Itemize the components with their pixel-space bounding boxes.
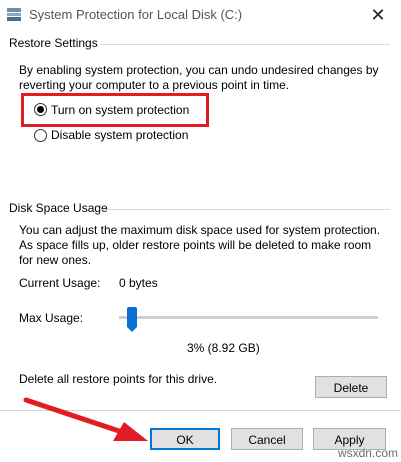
max-usage-label: Max Usage: [19,311,84,325]
turn-on-protection-radio[interactable] [34,103,47,116]
footer-separator [0,410,401,411]
title-bar: System Protection for Local Disk (C:) ✕ [0,0,401,30]
computer-icon [7,8,21,21]
radio-selected-dot [37,106,44,113]
watermark: wsxdn.com [337,446,398,460]
close-icon: ✕ [370,5,386,25]
cancel-button[interactable]: Cancel [231,428,303,450]
window-title: System Protection for Local Disk (C:) [29,7,243,22]
disable-protection-radio[interactable] [34,129,47,142]
disable-protection-label[interactable]: Disable system protection [51,128,188,142]
current-usage-value: 0 bytes [119,276,158,290]
disk-space-heading: Disk Space Usage [9,201,108,215]
delete-restore-points-text: Delete all restore points for this drive… [19,372,218,386]
max-usage-slider-thumb[interactable] [127,307,137,332]
ok-button[interactable]: OK [150,428,220,450]
close-button[interactable]: ✕ [355,0,401,30]
disk-space-description: You can adjust the maximum disk space us… [19,223,381,267]
max-usage-slider-track[interactable] [119,316,378,319]
disk-space-rule [100,209,390,210]
current-usage-label: Current Usage: [19,276,101,290]
max-usage-readout: 3% (8.92 GB) [187,341,260,355]
delete-button[interactable]: Delete [315,376,387,398]
turn-on-protection-label[interactable]: Turn on system protection [51,103,189,117]
restore-settings-rule [100,44,390,45]
restore-settings-heading: Restore Settings [9,36,98,50]
restore-settings-description: By enabling system protection, you can u… [19,63,379,92]
